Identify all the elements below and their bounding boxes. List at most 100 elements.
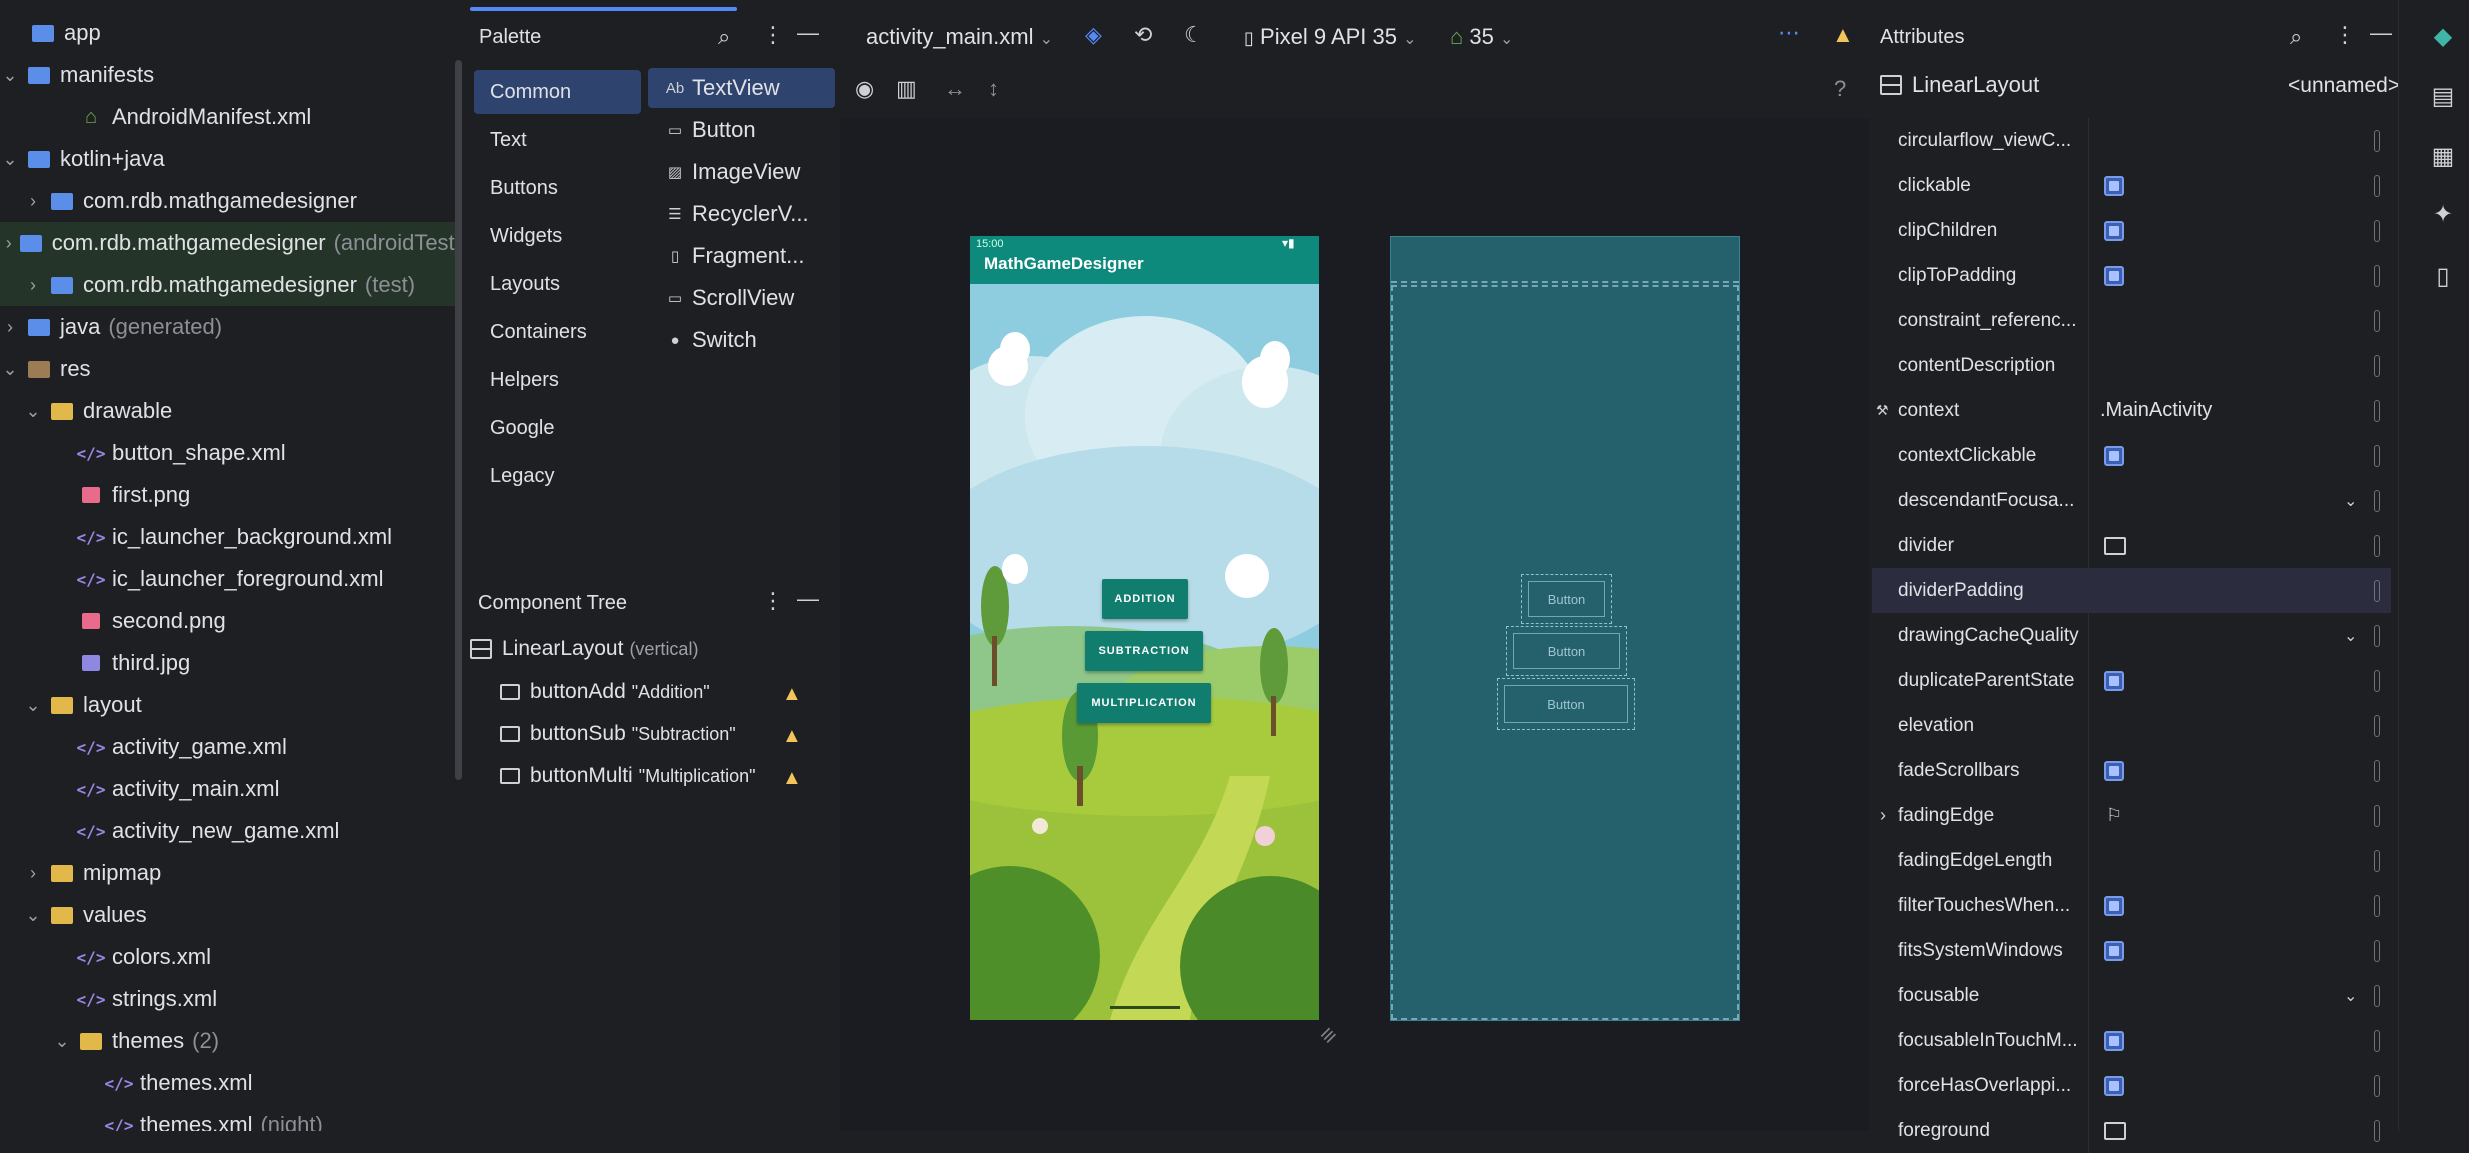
attribute-row[interactable]: forceHasOverlappi... [1872, 1063, 2391, 1108]
blueprint-toggle-icon[interactable]: ▥ [896, 76, 917, 102]
palette-category-google[interactable]: Google [474, 406, 641, 450]
minimize-icon[interactable]: — [797, 20, 819, 46]
project-tree-row[interactable]: › com.rdb.mathgamedesigner (androidTest) [0, 222, 462, 264]
attribute-row[interactable]: clipChildren [1872, 208, 2391, 253]
tree-node-button[interactable]: buttonAdd "Addition" [500, 680, 710, 704]
project-tree-row[interactable]: </> activity_game.xml [0, 726, 462, 768]
project-tree-row[interactable]: › java (generated) [0, 306, 462, 348]
palette-category-containers[interactable]: Containers [474, 310, 641, 354]
attribute-row[interactable]: ⚒ context .MainActivity [1872, 388, 2391, 433]
palette-item[interactable]: Ab TextView [648, 68, 835, 108]
resource-picker-icon[interactable] [2374, 129, 2380, 152]
project-tree-row[interactable]: </> colors.xml [0, 936, 462, 978]
palette-category-helpers[interactable]: Helpers [474, 358, 641, 402]
eye-icon[interactable]: ◉ [855, 76, 874, 102]
project-tree-row[interactable]: </> strings.xml [0, 978, 462, 1020]
chevron-down-icon[interactable]: ⌄ [0, 149, 20, 170]
blueprint-button[interactable]: Button [1521, 574, 1612, 624]
design-preview[interactable]: MathGameDesigner 15:00 ▾▮ ADDITION SUBTR… [970, 236, 1319, 1020]
resource-picker-icon[interactable] [2374, 489, 2380, 512]
attribute-row[interactable]: fadingEdgeLength [1872, 838, 2391, 883]
project-tree-row[interactable]: </> ic_launcher_foreground.xml [0, 558, 462, 600]
warning-icon[interactable]: ▲ [1832, 22, 1854, 48]
resource-picker-icon[interactable] [2374, 759, 2380, 782]
attribute-checkbox[interactable] [2104, 175, 2124, 196]
chevron-down-icon[interactable]: ⌄ [52, 1031, 72, 1052]
running-devices-icon[interactable]: ▯ [2428, 262, 2458, 292]
resource-picker-icon[interactable] [2374, 1029, 2380, 1052]
attribute-row[interactable]: clickable [1872, 163, 2391, 208]
palette-category-buttons[interactable]: Buttons [474, 166, 641, 210]
layout-inspector-icon[interactable]: ▦ [2428, 142, 2458, 172]
chevron-down-icon[interactable]: ⌄ [2344, 986, 2357, 1006]
tree-node-button[interactable]: buttonMulti "Multiplication" [500, 764, 756, 788]
project-tree-row[interactable]: </> activity_new_game.xml [0, 810, 462, 852]
attribute-row[interactable]: divider [1872, 523, 2391, 568]
palette-category-layouts[interactable]: Layouts [474, 262, 641, 306]
attribute-row[interactable]: contextClickable [1872, 433, 2391, 478]
chevron-right-icon[interactable]: › [0, 317, 20, 338]
more-options-icon[interactable]: ⋮ [2334, 22, 2356, 48]
api-selector[interactable]: ⌂ 35 ⌄ [1450, 24, 1513, 50]
vertical-resize-icon[interactable]: ↕ [988, 76, 999, 102]
attribute-row[interactable]: contentDescription [1872, 343, 2391, 388]
subtraction-button[interactable]: SUBTRACTION [1085, 631, 1203, 671]
gemini-bot-icon[interactable]: ◆ [2428, 22, 2458, 52]
attribute-row[interactable]: fadeScrollbars [1872, 748, 2391, 793]
chevron-right-icon[interactable]: › [23, 275, 43, 296]
horizontal-resize-icon[interactable]: ↔ [944, 76, 966, 102]
resource-picker-icon[interactable] [2374, 174, 2380, 197]
attribute-row[interactable]: focusable ⌄ [1872, 973, 2391, 1018]
palette-category-text[interactable]: Text [474, 118, 641, 162]
resource-picker-icon[interactable] [2374, 894, 2380, 917]
resource-picker-icon[interactable] [2374, 849, 2380, 872]
view-id[interactable]: <unnamed> [2288, 74, 2400, 98]
attribute-row[interactable]: focusableInTouchM... [1872, 1018, 2391, 1063]
warning-icon[interactable]: ▲ [782, 767, 802, 790]
chevron-down-icon[interactable]: ⌄ [2344, 626, 2357, 646]
palette-item[interactable]: ▯ Fragment... [648, 236, 835, 276]
addition-button[interactable]: ADDITION [1102, 579, 1188, 619]
chevron-right-icon[interactable]: › [6, 233, 12, 254]
image-resource-icon[interactable] [2104, 536, 2126, 555]
palette-item[interactable]: ▨ ImageView [648, 152, 835, 192]
chevron-right-icon[interactable]: › [23, 863, 43, 884]
design-surface-icon[interactable]: ◈ [1085, 22, 1102, 48]
project-tree-row[interactable]: </> themes.xml (night) [0, 1104, 462, 1131]
chevron-down-icon[interactable]: ⌄ [23, 401, 43, 422]
attribute-checkbox[interactable] [2104, 670, 2124, 691]
search-icon[interactable]: ⌕ [718, 24, 730, 50]
attribute-row[interactable]: fitsSystemWindows [1872, 928, 2391, 973]
attribute-row[interactable]: drawingCacheQuality ⌄ [1872, 613, 2391, 658]
minimize-icon[interactable]: — [2370, 20, 2392, 46]
palette-item[interactable]: ● Switch [648, 320, 835, 360]
palette-item[interactable]: ▭ ScrollView [648, 278, 835, 318]
attribute-value[interactable]: .MainActivity [2100, 399, 2212, 422]
multiplication-button[interactable]: MULTIPLICATION [1077, 683, 1211, 723]
attribute-row[interactable]: › fadingEdge ⚐ [1872, 793, 2391, 838]
project-tree-row[interactable]: › com.rdb.mathgamedesigner [0, 180, 462, 222]
project-tree-row[interactable]: ⌄ manifests [0, 54, 462, 96]
project-tree-row[interactable]: second.png [0, 600, 462, 642]
project-tree-row[interactable]: first.png [0, 474, 462, 516]
orientation-icon[interactable]: ⟲ [1134, 22, 1152, 48]
project-tree-row[interactable]: </> ic_launcher_background.xml [0, 516, 462, 558]
attribute-checkbox[interactable] [2104, 1075, 2124, 1096]
attribute-row[interactable]: duplicateParentState [1872, 658, 2391, 703]
palette-category-widgets[interactable]: Widgets [474, 214, 641, 258]
resource-picker-icon[interactable] [2374, 939, 2380, 962]
resource-picker-icon[interactable] [2374, 714, 2380, 737]
chevron-down-icon[interactable]: ⌄ [23, 695, 43, 716]
file-selector[interactable]: activity_main.xml ⌄ [866, 24, 1053, 50]
project-tree-row[interactable]: ⌄ res [0, 348, 462, 390]
resource-picker-icon[interactable] [2374, 1074, 2380, 1097]
resource-picker-icon[interactable] [2374, 624, 2380, 647]
palette-item[interactable]: ☰ RecyclerV... [648, 194, 835, 234]
project-tree-row[interactable]: › com.rdb.mathgamedesigner (test) [0, 264, 462, 306]
resource-picker-icon[interactable] [2374, 264, 2380, 287]
blueprint-button[interactable]: Button [1497, 678, 1635, 730]
resource-picker-icon[interactable] [2374, 309, 2380, 332]
project-tree-row[interactable]: ⌄ layout [0, 684, 462, 726]
project-tree-row[interactable]: </> button_shape.xml [0, 432, 462, 474]
project-tree-row[interactable]: ⌂ AndroidManifest.xml [0, 96, 462, 138]
